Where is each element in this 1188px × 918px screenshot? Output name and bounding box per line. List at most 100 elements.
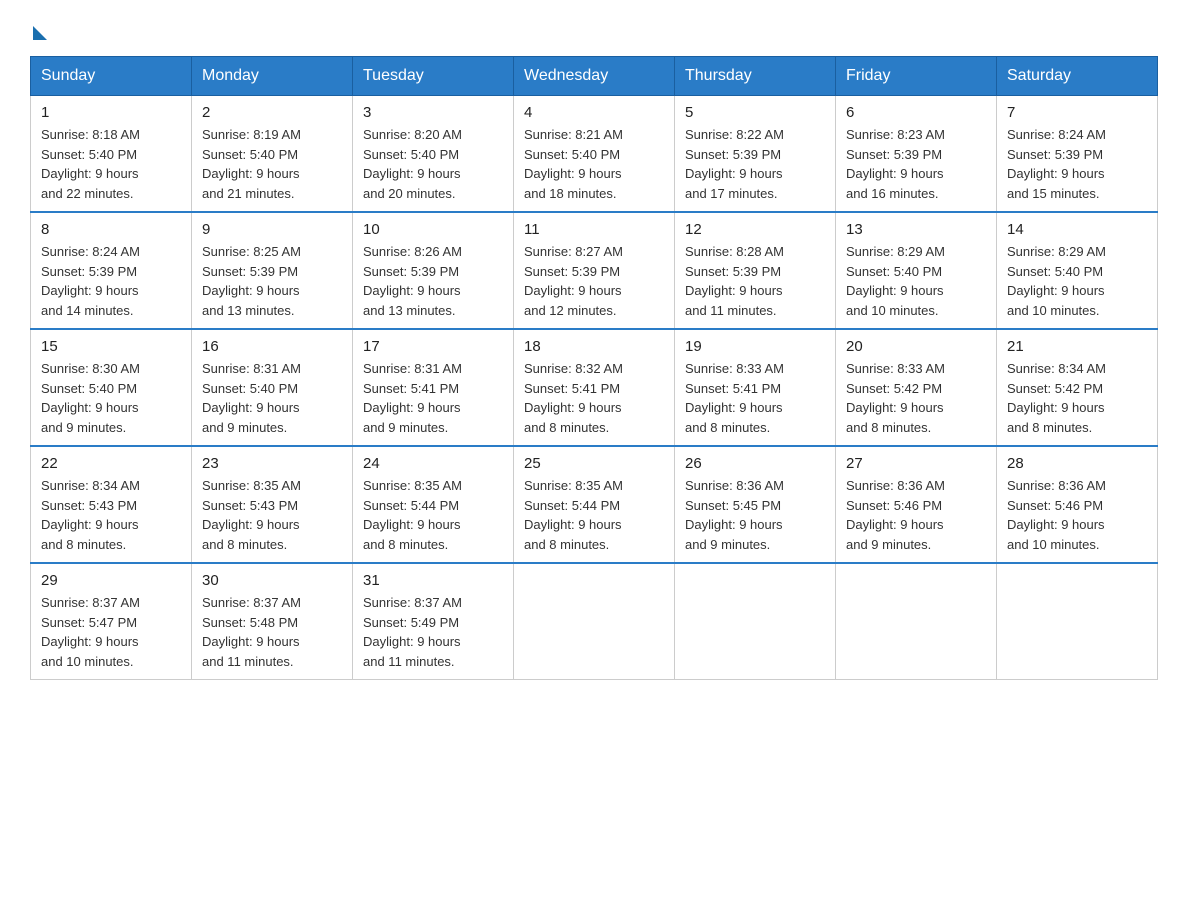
- day-info: Sunrise: 8:34 AMSunset: 5:43 PMDaylight:…: [41, 476, 181, 554]
- day-number: 1: [41, 104, 181, 121]
- calendar-cell: [514, 563, 675, 680]
- day-info: Sunrise: 8:28 AMSunset: 5:39 PMDaylight:…: [685, 242, 825, 320]
- calendar-cell: 27Sunrise: 8:36 AMSunset: 5:46 PMDayligh…: [836, 446, 997, 563]
- calendar-cell: [836, 563, 997, 680]
- calendar-cell: 7 Sunrise: 8:24 AMSunset: 5:39 PMDaylight…: [997, 96, 1158, 213]
- calendar-week-row: 22 Sunrise: 8:34 AMSunset: 5:43 PMDayligh…: [31, 446, 1158, 563]
- calendar-cell: 4 Sunrise: 8:21 AMSunset: 5:40 PMDaylight…: [514, 96, 675, 213]
- day-number: 12: [685, 221, 825, 238]
- column-header-monday: Monday: [192, 57, 353, 96]
- calendar-cell: 10 Sunrise: 8:26 AMSunset: 5:39 PMDayligh…: [353, 212, 514, 329]
- day-info: Sunrise: 8:18 AMSunset: 5:40 PMDaylight:…: [41, 125, 181, 203]
- day-number: 22: [41, 455, 181, 472]
- day-info: Sunrise: 8:20 AMSunset: 5:40 PMDaylight:…: [363, 125, 503, 203]
- calendar-cell: 15Sunrise: 8:30 AMSunset: 5:40 PMDayligh…: [31, 329, 192, 446]
- column-header-thursday: Thursday: [675, 57, 836, 96]
- day-number: 17: [363, 338, 503, 355]
- calendar-cell: 19 Sunrise: 8:33 AMSunset: 5:41 PMDayligh…: [675, 329, 836, 446]
- day-info: Sunrise: 8:31 AMSunset: 5:41 PMDaylight:…: [363, 359, 503, 437]
- day-info: Sunrise: 8:25 AMSunset: 5:39 PMDaylight:…: [202, 242, 342, 320]
- day-number: 26: [685, 455, 825, 472]
- day-number: 23: [202, 455, 342, 472]
- calendar-cell: 11Sunrise: 8:27 AMSunset: 5:39 PMDayligh…: [514, 212, 675, 329]
- day-info: Sunrise: 8:24 AMSunset: 5:39 PMDaylight:…: [1007, 125, 1147, 203]
- calendar-header-row: SundayMondayTuesdayWednesdayThursdayFrid…: [31, 57, 1158, 96]
- day-info: Sunrise: 8:35 AMSunset: 5:44 PMDaylight:…: [363, 476, 503, 554]
- day-number: 4: [524, 104, 664, 121]
- calendar-cell: 6Sunrise: 8:23 AMSunset: 5:39 PMDaylight…: [836, 96, 997, 213]
- day-number: 27: [846, 455, 986, 472]
- day-number: 2: [202, 104, 342, 121]
- day-info: Sunrise: 8:37 AMSunset: 5:49 PMDaylight:…: [363, 593, 503, 671]
- calendar-cell: 22 Sunrise: 8:34 AMSunset: 5:43 PMDayligh…: [31, 446, 192, 563]
- day-info: Sunrise: 8:36 AMSunset: 5:45 PMDaylight:…: [685, 476, 825, 554]
- calendar-cell: 25 Sunrise: 8:35 AMSunset: 5:44 PMDayligh…: [514, 446, 675, 563]
- calendar-cell: 9 Sunrise: 8:25 AMSunset: 5:39 PMDaylight…: [192, 212, 353, 329]
- calendar-cell: 17 Sunrise: 8:31 AMSunset: 5:41 PMDayligh…: [353, 329, 514, 446]
- day-info: Sunrise: 8:29 AMSunset: 5:40 PMDaylight:…: [846, 242, 986, 320]
- calendar-cell: 23 Sunrise: 8:35 AMSunset: 5:43 PMDayligh…: [192, 446, 353, 563]
- day-number: 21: [1007, 338, 1147, 355]
- day-number: 20: [846, 338, 986, 355]
- day-info: Sunrise: 8:30 AMSunset: 5:40 PMDaylight:…: [41, 359, 181, 437]
- calendar-cell: 28 Sunrise: 8:36 AMSunset: 5:46 PMDayligh…: [997, 446, 1158, 563]
- calendar-cell: 20 Sunrise: 8:33 AMSunset: 5:42 PMDayligh…: [836, 329, 997, 446]
- calendar-cell: 24 Sunrise: 8:35 AMSunset: 5:44 PMDayligh…: [353, 446, 514, 563]
- day-number: 11: [524, 221, 664, 238]
- column-header-friday: Friday: [836, 57, 997, 96]
- column-header-tuesday: Tuesday: [353, 57, 514, 96]
- calendar-cell: 5Sunrise: 8:22 AMSunset: 5:39 PMDaylight…: [675, 96, 836, 213]
- calendar-table: SundayMondayTuesdayWednesdayThursdayFrid…: [30, 56, 1158, 680]
- day-info: Sunrise: 8:32 AMSunset: 5:41 PMDaylight:…: [524, 359, 664, 437]
- logo: [30, 20, 47, 36]
- day-info: Sunrise: 8:37 AMSunset: 5:48 PMDaylight:…: [202, 593, 342, 671]
- calendar-cell: [997, 563, 1158, 680]
- calendar-cell: 31Sunrise: 8:37 AMSunset: 5:49 PMDayligh…: [353, 563, 514, 680]
- day-number: 16: [202, 338, 342, 355]
- day-number: 8: [41, 221, 181, 238]
- calendar-cell: 26 Sunrise: 8:36 AMSunset: 5:45 PMDayligh…: [675, 446, 836, 563]
- calendar-cell: 18 Sunrise: 8:32 AMSunset: 5:41 PMDayligh…: [514, 329, 675, 446]
- calendar-cell: 13 Sunrise: 8:29 AMSunset: 5:40 PMDayligh…: [836, 212, 997, 329]
- calendar-cell: 1 Sunrise: 8:18 AMSunset: 5:40 PMDaylight…: [31, 96, 192, 213]
- calendar-cell: 30 Sunrise: 8:37 AMSunset: 5:48 PMDayligh…: [192, 563, 353, 680]
- day-number: 19: [685, 338, 825, 355]
- calendar-cell: 8 Sunrise: 8:24 AMSunset: 5:39 PMDaylight…: [31, 212, 192, 329]
- day-number: 5: [685, 104, 825, 121]
- day-info: Sunrise: 8:33 AMSunset: 5:41 PMDaylight:…: [685, 359, 825, 437]
- day-info: Sunrise: 8:37 AMSunset: 5:47 PMDaylight:…: [41, 593, 181, 671]
- day-number: 24: [363, 455, 503, 472]
- day-info: Sunrise: 8:35 AMSunset: 5:43 PMDaylight:…: [202, 476, 342, 554]
- day-info: Sunrise: 8:23 AMSunset: 5:39 PMDaylight:…: [846, 125, 986, 203]
- day-number: 30: [202, 572, 342, 589]
- day-info: Sunrise: 8:31 AMSunset: 5:40 PMDaylight:…: [202, 359, 342, 437]
- calendar-cell: 21 Sunrise: 8:34 AMSunset: 5:42 PMDayligh…: [997, 329, 1158, 446]
- day-info: Sunrise: 8:24 AMSunset: 5:39 PMDaylight:…: [41, 242, 181, 320]
- column-header-wednesday: Wednesday: [514, 57, 675, 96]
- day-info: Sunrise: 8:21 AMSunset: 5:40 PMDaylight:…: [524, 125, 664, 203]
- calendar-cell: [675, 563, 836, 680]
- day-number: 14: [1007, 221, 1147, 238]
- day-number: 13: [846, 221, 986, 238]
- day-info: Sunrise: 8:33 AMSunset: 5:42 PMDaylight:…: [846, 359, 986, 437]
- calendar-week-row: 29Sunrise: 8:37 AMSunset: 5:47 PMDayligh…: [31, 563, 1158, 680]
- day-number: 25: [524, 455, 664, 472]
- day-number: 10: [363, 221, 503, 238]
- day-number: 9: [202, 221, 342, 238]
- day-number: 7: [1007, 104, 1147, 121]
- calendar-cell: 29Sunrise: 8:37 AMSunset: 5:47 PMDayligh…: [31, 563, 192, 680]
- column-header-saturday: Saturday: [997, 57, 1158, 96]
- day-info: Sunrise: 8:34 AMSunset: 5:42 PMDaylight:…: [1007, 359, 1147, 437]
- day-number: 28: [1007, 455, 1147, 472]
- logo-arrow-icon: [33, 26, 47, 40]
- day-info: Sunrise: 8:35 AMSunset: 5:44 PMDaylight:…: [524, 476, 664, 554]
- calendar-cell: 16 Sunrise: 8:31 AMSunset: 5:40 PMDayligh…: [192, 329, 353, 446]
- calendar-cell: 14Sunrise: 8:29 AMSunset: 5:40 PMDayligh…: [997, 212, 1158, 329]
- day-number: 18: [524, 338, 664, 355]
- day-info: Sunrise: 8:26 AMSunset: 5:39 PMDaylight:…: [363, 242, 503, 320]
- calendar-week-row: 1 Sunrise: 8:18 AMSunset: 5:40 PMDaylight…: [31, 96, 1158, 213]
- day-info: Sunrise: 8:36 AMSunset: 5:46 PMDaylight:…: [1007, 476, 1147, 554]
- calendar-week-row: 8 Sunrise: 8:24 AMSunset: 5:39 PMDaylight…: [31, 212, 1158, 329]
- calendar-cell: 2Sunrise: 8:19 AMSunset: 5:40 PMDaylight…: [192, 96, 353, 213]
- column-header-sunday: Sunday: [31, 57, 192, 96]
